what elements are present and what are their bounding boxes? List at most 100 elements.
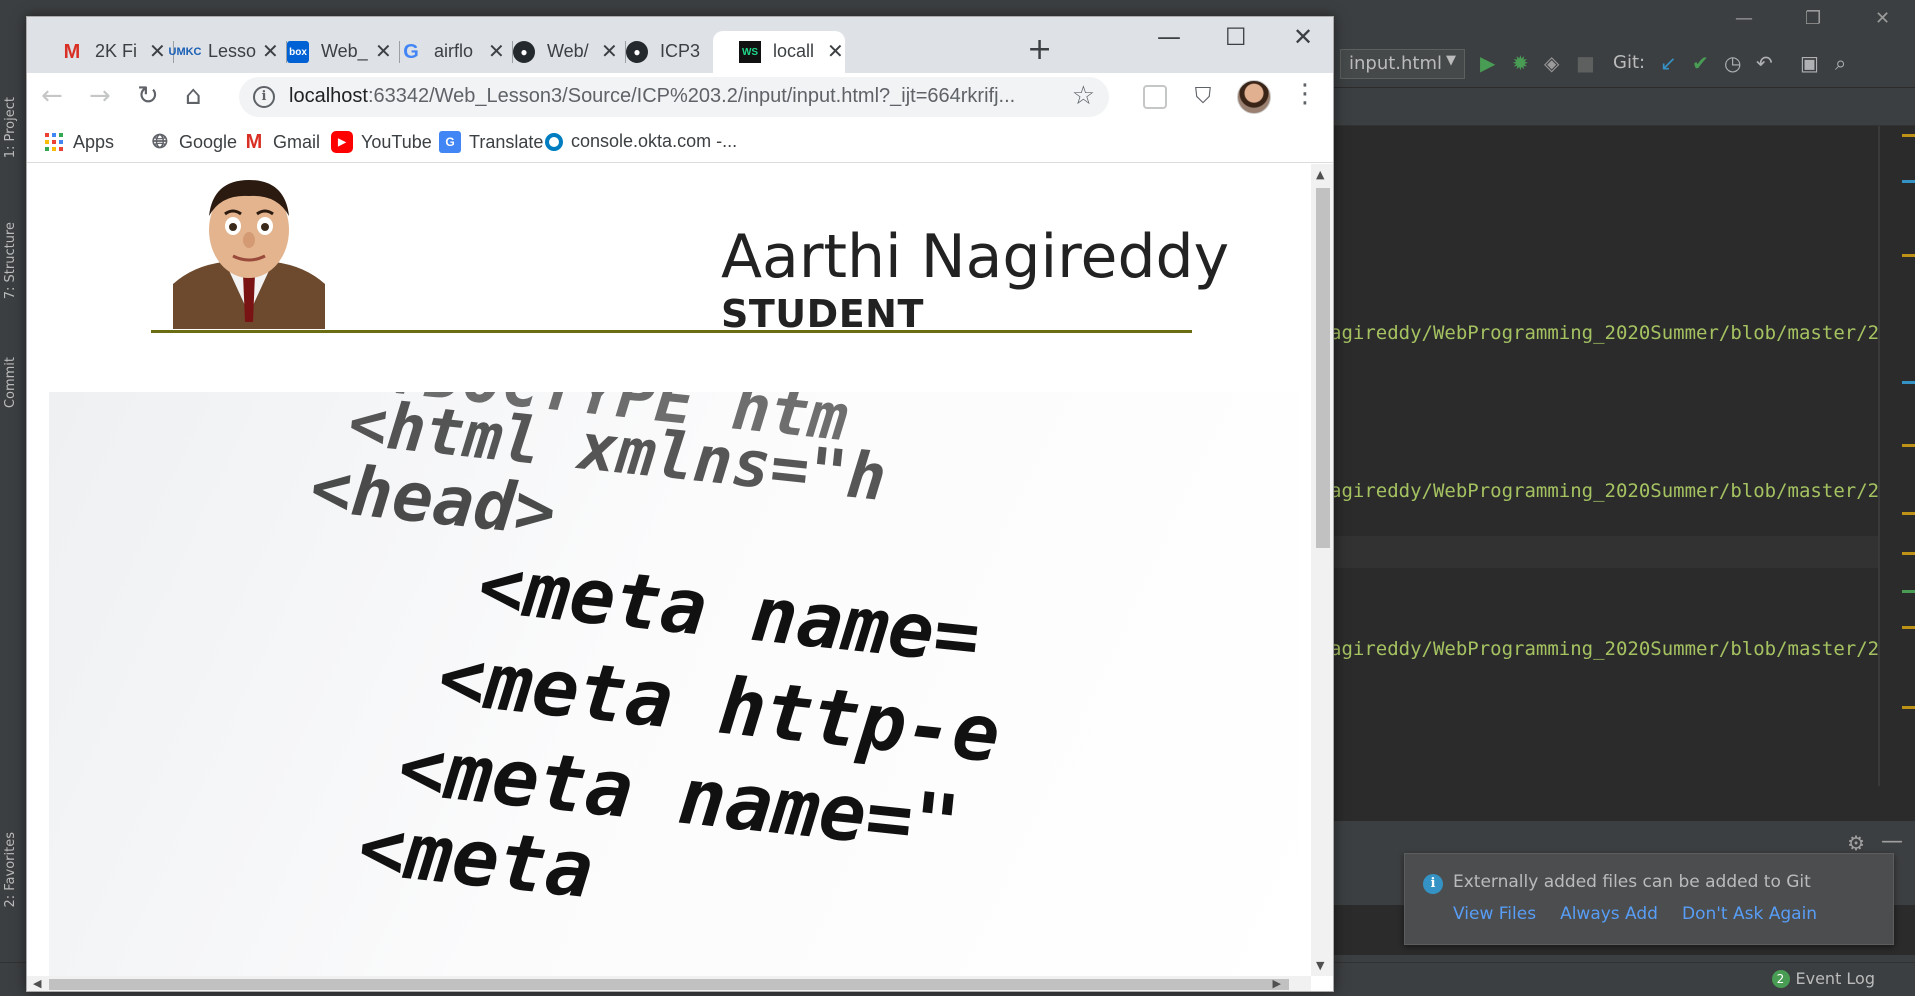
side-tab-project[interactable]: 1: Project <box>3 97 18 158</box>
dont-ask-again-link[interactable]: Don't Ask Again <box>1682 904 1817 924</box>
always-add-link[interactable]: Always Add <box>1560 904 1658 924</box>
vertical-scroll-thumb[interactable] <box>1316 188 1330 548</box>
terminal-icon[interactable]: ▣ <box>1800 51 1819 75</box>
maximize-icon[interactable]: ☐ <box>1225 25 1247 49</box>
stripe-mark <box>1902 706 1915 709</box>
ide-close-icon[interactable]: ✕ <box>1875 8 1890 29</box>
header-divider <box>151 330 1192 333</box>
back-icon[interactable]: ← <box>41 83 63 109</box>
stop-icon[interactable]: ■ <box>1576 51 1595 75</box>
bookmark-apps[interactable]: Apps <box>43 131 114 153</box>
bookmark-label: Apps <box>73 131 115 152</box>
site-info-icon[interactable]: i <box>253 86 275 108</box>
event-log-button[interactable]: 2 Event Log <box>1771 969 1875 988</box>
github-icon: ● <box>513 41 535 63</box>
browser-tab-active[interactable]: WS locall ✕ <box>713 31 845 73</box>
tab-title: Lesso <box>208 41 256 61</box>
gear-icon[interactable]: ⚙ <box>1847 831 1865 855</box>
globe-icon: 🌐︎ <box>152 130 168 153</box>
info-icon: i <box>1423 874 1443 894</box>
bookmark-gmail[interactable]: M Gmail <box>243 131 320 153</box>
search-icon[interactable]: ⌕ <box>1835 51 1846 75</box>
tab-title: 2K Fi <box>95 41 138 61</box>
menu-kebab-icon[interactable]: ⋮ <box>1292 81 1318 107</box>
umkc-icon: UMKC <box>168 46 202 58</box>
window-close-icon[interactable]: ✕ <box>1293 25 1313 49</box>
caret-line-highlight <box>1330 536 1878 568</box>
bookmark-google[interactable]: 🌐︎ Google <box>149 131 237 153</box>
editor-error-stripe[interactable] <box>1880 126 1915 820</box>
forward-icon[interactable]: → <box>89 83 111 109</box>
side-tab-favorites[interactable]: 2: Favorites <box>3 832 18 908</box>
bookmark-label: Google <box>179 131 238 152</box>
git-label: Git: <box>1613 52 1646 73</box>
extension-pocket-icon[interactable] <box>1143 85 1167 109</box>
coverage-icon[interactable]: ◈ <box>1544 51 1559 75</box>
box-icon: box <box>287 41 309 63</box>
git-history-icon[interactable]: ◷ <box>1724 51 1741 75</box>
tab-strip: M 2K Fi ✕ UMKC Lesso ✕ box Web_ ✕ G airf… <box>27 17 1333 73</box>
bookmark-label: YouTube <box>361 131 432 152</box>
tab-title: ICP3 <box>660 41 701 61</box>
scroll-down-icon[interactable]: ▼ <box>1316 959 1324 972</box>
run-config-select[interactable]: input.html ▼ <box>1340 49 1465 79</box>
debug-icon[interactable]: ✹ <box>1512 51 1529 75</box>
bookmark-star-icon[interactable]: ☆ <box>1072 81 1095 111</box>
google-icon: G <box>403 40 419 63</box>
bookmark-youtube[interactable]: ▶ YouTube <box>331 131 432 153</box>
url-text[interactable]: localhost:63342/Web_Lesson3/Source/ICP%2… <box>289 85 1015 108</box>
side-tab-structure[interactable]: 7: Structure <box>3 222 18 299</box>
okta-icon <box>545 132 563 151</box>
extension-shield-icon[interactable]: ⛉ <box>1191 85 1215 109</box>
hide-panel-icon[interactable]: — <box>1881 829 1903 854</box>
side-tab-commit[interactable]: Commit <box>3 357 18 408</box>
home-icon[interactable]: ⌂ <box>185 83 202 109</box>
bookmark-translate[interactable]: G Translate <box>439 131 543 153</box>
address-bar[interactable]: i localhost:63342/Web_Lesson3/Source/ICP… <box>239 77 1109 117</box>
youtube-icon: ▶ <box>331 131 353 153</box>
reload-icon[interactable]: ↻ <box>137 83 159 109</box>
gmail-icon: M <box>245 130 263 153</box>
run-config-label: input.html <box>1349 53 1443 74</box>
bookmark-okta[interactable]: console.okta.com -... <box>545 131 737 152</box>
translate-icon: G <box>439 131 461 153</box>
close-icon[interactable]: ✕ <box>827 39 844 64</box>
stripe-mark <box>1902 134 1915 137</box>
stripe-mark <box>1902 254 1915 257</box>
code-line: agireddy/WebProgramming_2020Summer/blob/… <box>1330 322 1878 344</box>
browser-toolbar: ← → ↻ ⌂ i localhost:63342/Web_Lesson3/So… <box>27 73 1333 121</box>
stripe-mark <box>1902 626 1915 629</box>
apps-grid-icon <box>43 131 65 153</box>
bookmarks-bar: Apps 🌐︎ Google M Gmail ▶ YouTube G Trans… <box>27 121 1333 163</box>
ide-editor-tabbar <box>1330 88 1915 126</box>
git-update-icon[interactable]: ↙ <box>1660 51 1677 75</box>
ide-left-toolbar: 1: Project 7: Structure Commit 2: Favori… <box>0 42 26 962</box>
minimize-icon[interactable]: — <box>1157 25 1181 49</box>
horizontal-scroll-thumb[interactable] <box>49 979 1289 990</box>
new-tab-icon[interactable]: + <box>1027 35 1052 65</box>
url-path: :63342/Web_Lesson3/Source/ICP%203.2/inpu… <box>367 85 1016 107</box>
stripe-mark <box>1902 381 1915 384</box>
vertical-scrollbar[interactable]: ▲ ▼ <box>1311 164 1333 976</box>
code-line: agireddy/WebProgramming_2020Summer/blob/… <box>1330 638 1878 660</box>
github-icon: ● <box>626 41 648 63</box>
git-rollback-icon[interactable]: ↶ <box>1756 51 1773 75</box>
stripe-mark <box>1902 180 1915 183</box>
view-files-link[interactable]: View Files <box>1453 904 1536 924</box>
ide-minimize-icon[interactable]: — <box>1735 8 1753 29</box>
scroll-up-icon[interactable]: ▲ <box>1316 168 1324 181</box>
tab-title: Web_ <box>321 41 368 61</box>
notification-message: Externally added files can be added to G… <box>1453 872 1811 892</box>
git-commit-icon[interactable]: ✔ <box>1692 51 1709 75</box>
horizontal-scrollbar[interactable]: ◀ ▶ <box>27 976 1311 991</box>
profile-photo <box>173 174 325 329</box>
code-line: agireddy/WebProgramming_2020Summer/blob/… <box>1330 480 1878 502</box>
profile-avatar[interactable] <box>1237 80 1271 114</box>
scroll-left-icon[interactable]: ◀ <box>33 977 41 990</box>
page-viewport[interactable]: Aarthi Nagireddy STUDENT <!DOCTYPE htm <… <box>27 164 1311 976</box>
scroll-right-icon[interactable]: ▶ <box>1273 977 1281 990</box>
run-icon[interactable]: ▶ <box>1480 51 1495 75</box>
ide-restore-icon[interactable]: ❐ <box>1805 8 1821 29</box>
webstorm-icon: WS <box>739 41 761 63</box>
code-editor[interactable]: agireddy/WebProgramming_2020Summer/blob/… <box>1330 126 1878 820</box>
